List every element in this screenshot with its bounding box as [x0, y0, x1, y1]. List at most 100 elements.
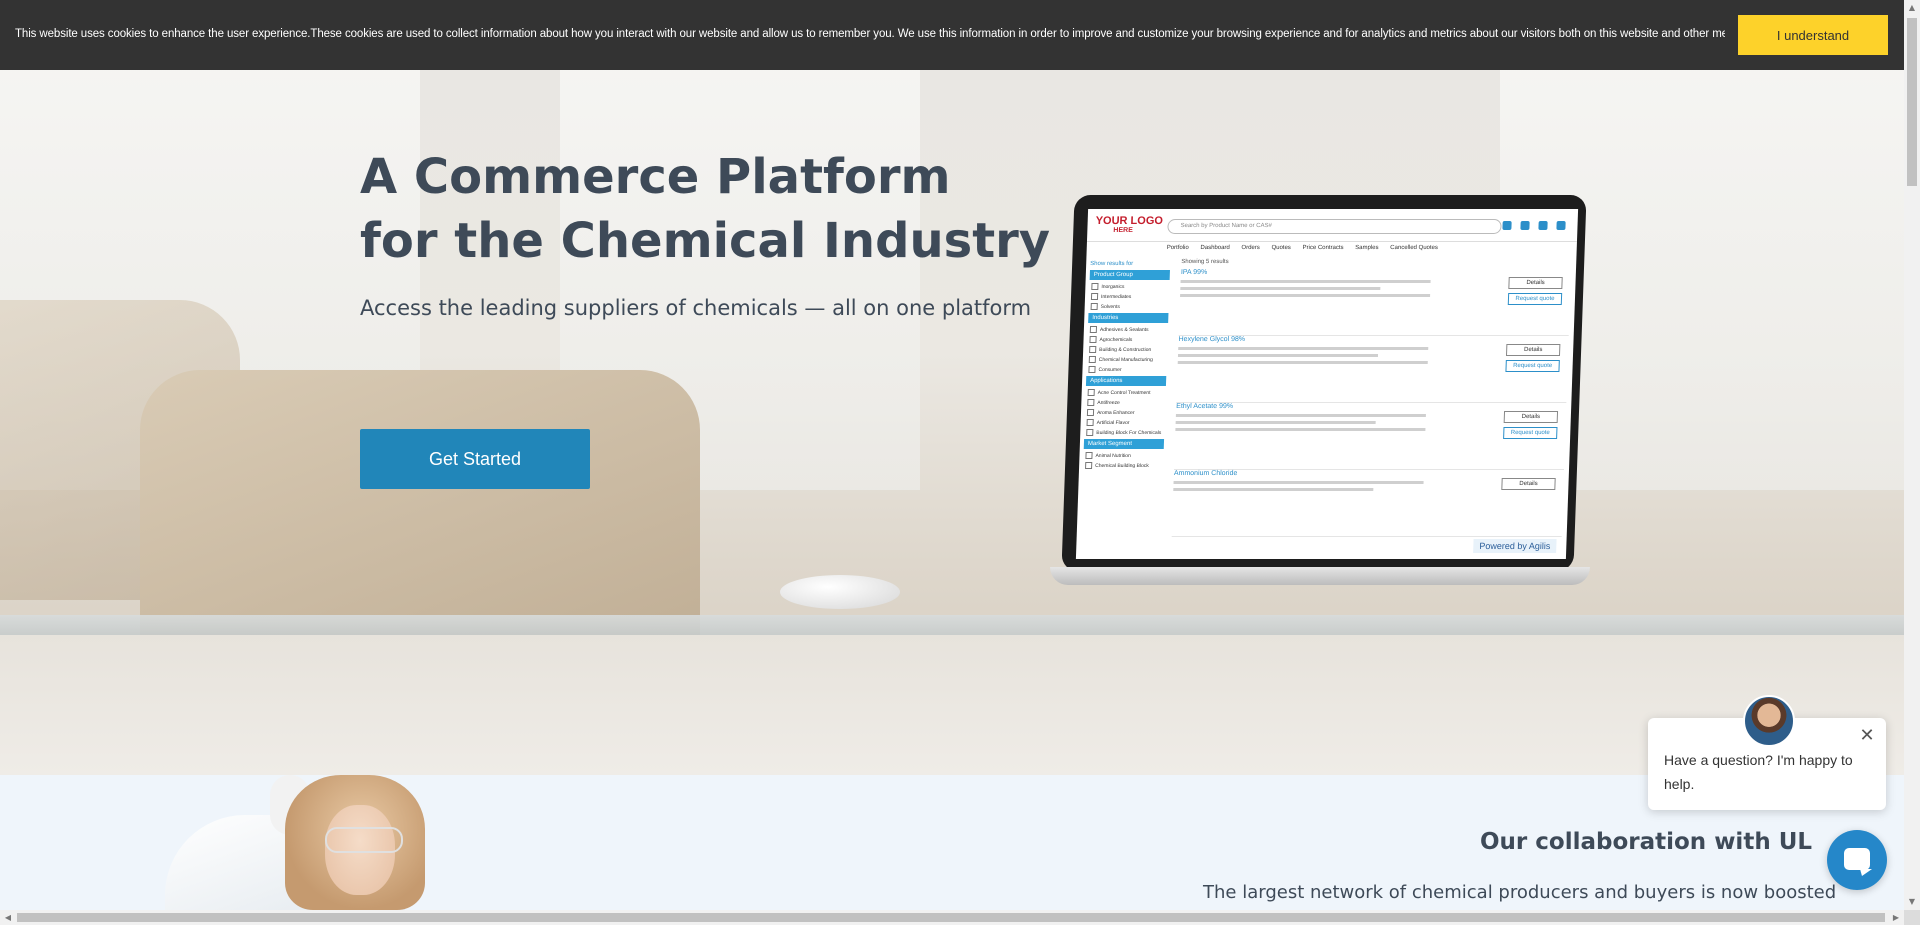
- screen-filter-item: Chemical Building Block: [1085, 462, 1161, 469]
- scroll-right-arrow-icon[interactable]: ▶: [1888, 910, 1904, 925]
- screen-filter-item: Consumer: [1088, 366, 1164, 373]
- screen-filter-item: Intermediates: [1091, 293, 1167, 300]
- vertical-scrollbar[interactable]: ▲ ▼: [1904, 0, 1920, 910]
- screen-product-name: Hexylene Glycol 98%: [1178, 336, 1246, 343]
- screen-filter-item: Aroma Enhancer: [1087, 409, 1163, 416]
- collaboration-text: The largest network of chemical producer…: [1203, 882, 1837, 903]
- scrollbar-corner: [1904, 910, 1920, 925]
- screen-details-button: Details: [1503, 411, 1559, 423]
- scroll-left-arrow-icon[interactable]: ◀: [0, 910, 16, 925]
- close-icon[interactable]: ✕: [1859, 727, 1875, 745]
- screen-product: Ethyl Acetate 99% Details Request quote: [1173, 403, 1567, 470]
- screen-product: Hexylene Glycol 98% Details Request quot…: [1176, 336, 1569, 403]
- desk: [0, 615, 1904, 635]
- screen-nav-item: Price Contracts: [1302, 245, 1344, 251]
- hero-section: A Commerce Platform for the Chemical Ind…: [0, 70, 1904, 775]
- screen-filter-item: Chemical Manufacturing: [1089, 356, 1165, 363]
- screen-filter-header: Applications: [1085, 376, 1167, 386]
- screen-quote-button: Request quote: [1503, 427, 1558, 439]
- screen-product-name: Ammonium Chloride: [1173, 470, 1238, 477]
- screen-nav: Portfolio Dashboard Orders Quotes Price …: [1167, 245, 1448, 251]
- screen-filter-header: Market Segment: [1083, 439, 1165, 449]
- screen-quote-button: Request quote: [1505, 360, 1560, 372]
- laptop-base: [1050, 567, 1590, 585]
- screen-text-line: [1180, 280, 1431, 283]
- screen-nav-item: Cancelled Quotes: [1390, 245, 1439, 251]
- screen-details-button: Details: [1508, 277, 1563, 289]
- laptop-screen: YOUR LOGO HERE Search by Product Name or…: [1075, 209, 1579, 559]
- user-icon: [1538, 221, 1548, 230]
- screen-text-line: [1180, 294, 1431, 297]
- screen-header: YOUR LOGO HERE Search by Product Name or…: [1086, 209, 1579, 242]
- screen-logo: YOUR LOGO HERE: [1095, 215, 1164, 235]
- screen-nav-item: Samples: [1355, 245, 1379, 251]
- mail-icon: [1520, 221, 1530, 230]
- screen-filter-item: Building & Construction: [1089, 346, 1165, 353]
- hero-title-line1: A Commerce Platform: [360, 149, 951, 205]
- accept-cookies-button[interactable]: I understand: [1738, 15, 1888, 55]
- screen-results-count: Showing 5 results: [1181, 259, 1229, 265]
- hero-title: A Commerce Platform for the Chemical Ind…: [360, 145, 1050, 273]
- screen-text-line: [1180, 287, 1381, 290]
- screen-filter-header: Industries: [1088, 313, 1169, 323]
- screen-filter-item: Adhesives & Sealants: [1090, 326, 1166, 333]
- safety-glasses: [325, 827, 403, 853]
- screen-text-line: [1175, 428, 1426, 431]
- screen-results: Showing 5 results IPA 99% Details Reques…: [1171, 259, 1572, 559]
- screen-filter-item: Solvents: [1091, 303, 1167, 310]
- screen-product: Ammonium Chloride Details: [1171, 470, 1564, 537]
- scientist-photo: [165, 775, 450, 910]
- hero-subtitle: Access the leading suppliers of chemical…: [360, 296, 1032, 320]
- screen-text-line: [1177, 361, 1428, 364]
- screen-text-line: [1175, 414, 1426, 417]
- screen-filter-item: Building Block For Chemicals: [1086, 429, 1162, 436]
- screen-filter-item: Animal Nutrition: [1085, 452, 1161, 459]
- screen-filter-item: Antifreeze: [1087, 399, 1163, 406]
- chat-icon: [1502, 221, 1512, 230]
- screen-nav-item: Orders: [1241, 245, 1260, 251]
- screen-filter-item: Artificial Flavor: [1087, 419, 1163, 426]
- screen-details-button: Details: [1501, 478, 1556, 490]
- powered-by-badge: Powered by Agilis: [1473, 539, 1557, 553]
- screen-product-name: Ethyl Acetate 99%: [1176, 403, 1234, 410]
- screen-filter-item: Agrochemicals: [1089, 336, 1165, 343]
- cookie-message: This website uses cookies to enhance the…: [15, 28, 1725, 40]
- screen-filter-header: Product Group: [1089, 270, 1170, 280]
- screen-filter-sidebar: Show results for Product Group Inorganic…: [1076, 259, 1174, 559]
- screen-text-line: [1177, 354, 1379, 357]
- screen-search: Search by Product Name or CAS#: [1167, 219, 1502, 234]
- hero-title-line2: for the Chemical Industry: [360, 213, 1051, 269]
- computer-mouse: [780, 575, 900, 609]
- screen-filter-title: Show results for: [1090, 261, 1134, 267]
- screen-logo-line1: YOUR LOGO: [1095, 215, 1164, 227]
- agent-avatar: [1743, 695, 1795, 747]
- gear-icon: [1556, 221, 1566, 230]
- screen-product: IPA 99% Details Request quote: [1178, 269, 1572, 336]
- chat-message: Have a question? I'm happy to help.: [1664, 752, 1853, 792]
- screen-logo-line2: HERE: [1113, 227, 1133, 234]
- screen-nav-item: Dashboard: [1200, 245, 1230, 251]
- screen-details-button: Details: [1505, 344, 1561, 356]
- horizontal-scroll-thumb[interactable]: [17, 913, 1885, 922]
- chat-launcher-button[interactable]: [1827, 830, 1887, 890]
- floor: [0, 635, 1904, 775]
- scroll-down-arrow-icon[interactable]: ▼: [1904, 894, 1920, 910]
- chat-icon: [1844, 848, 1870, 870]
- screen-nav-item: Portfolio: [1166, 245, 1189, 251]
- screen-product-name: IPA 99%: [1180, 269, 1208, 276]
- screen-text-line: [1173, 481, 1424, 484]
- horizontal-scrollbar[interactable]: ◀ ▶: [0, 910, 1904, 925]
- get-started-button[interactable]: Get Started: [360, 429, 590, 489]
- screen-quote-button: Request quote: [1507, 293, 1563, 305]
- screen-filter-item: Acne Control Treatment: [1088, 389, 1164, 396]
- screen-text-line: [1178, 347, 1429, 350]
- scroll-up-arrow-icon[interactable]: ▲: [1904, 0, 1920, 16]
- laptop-mockup: YOUR LOGO HERE Search by Product Name or…: [1050, 195, 1590, 585]
- vertical-scroll-thumb[interactable]: [1907, 18, 1917, 186]
- screen-text-line: [1173, 488, 1374, 491]
- cookie-banner: This website uses cookies to enhance the…: [0, 0, 1904, 70]
- screen-filter-item: Inorganics: [1091, 283, 1167, 290]
- screen-nav-item: Quotes: [1271, 245, 1291, 251]
- collaboration-section: Our collaboration with UL The largest ne…: [0, 775, 1904, 910]
- collaboration-title: Our collaboration with UL: [1480, 829, 1813, 855]
